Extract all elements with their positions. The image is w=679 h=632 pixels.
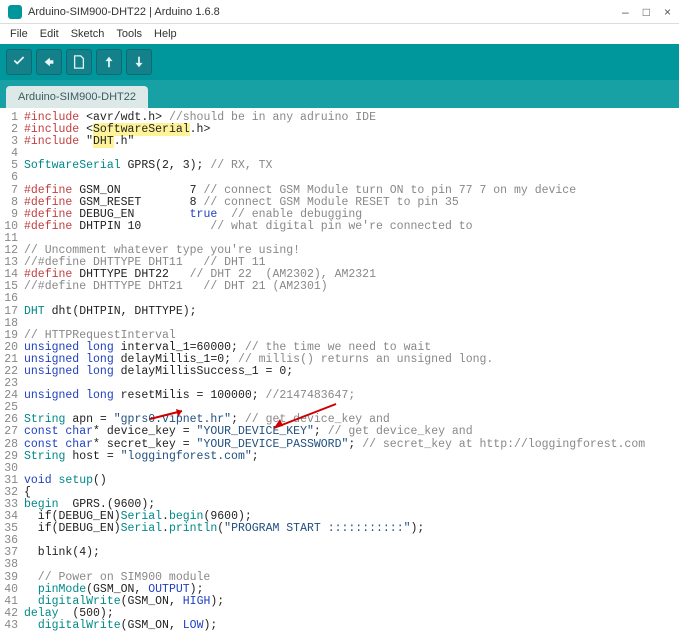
code-content: digitalWrite(GSM_ON, LOW); xyxy=(24,620,679,632)
menu-tools[interactable]: Tools xyxy=(112,26,146,42)
code-line[interactable]: 22unsigned long delayMillisSuccess_1 = 0… xyxy=(0,366,679,378)
app-icon xyxy=(8,5,22,19)
line-number: 41 xyxy=(0,596,24,608)
maximize-button[interactable]: □ xyxy=(643,5,650,19)
code-content: blink(4); xyxy=(24,547,679,559)
code-line[interactable]: 10#define DHTPIN 10 // what digital pin … xyxy=(0,221,679,233)
code-line[interactable]: 36 xyxy=(0,535,679,547)
code-content: DHT dht(DHTPIN, DHTTYPE); xyxy=(24,306,679,318)
line-number: 19 xyxy=(0,330,24,342)
new-button[interactable] xyxy=(66,49,92,75)
menu-edit[interactable]: Edit xyxy=(36,26,63,42)
code-content: String host = "loggingforest.com"; xyxy=(24,451,679,463)
code-content: #include "DHT.h" xyxy=(24,136,679,148)
line-number: 30 xyxy=(0,463,24,475)
open-button[interactable] xyxy=(96,49,122,75)
line-number: 28 xyxy=(0,439,24,451)
code-line[interactable]: 5SoftwareSerial GPRS(2, 3); // RX, TX xyxy=(0,160,679,172)
line-number: 7 xyxy=(0,185,24,197)
code-line[interactable]: 3#include "DHT.h" xyxy=(0,136,679,148)
line-number: 43 xyxy=(0,620,24,632)
titlebar: Arduino-SIM900-DHT22 | Arduino 1.6.8 – □… xyxy=(0,0,679,24)
toolbar xyxy=(0,44,679,80)
close-button[interactable]: × xyxy=(664,5,671,19)
line-number: 18 xyxy=(0,318,24,330)
code-editor[interactable]: 1#include <avr/wdt.h> //should be in any… xyxy=(0,108,679,632)
code-content: unsigned long resetMilis = 100000; //214… xyxy=(24,390,679,402)
upload-button[interactable] xyxy=(36,49,62,75)
code-line[interactable]: 35 if(DEBUG_EN)Serial.println("PROGRAM S… xyxy=(0,523,679,535)
line-number: 27 xyxy=(0,426,24,438)
code-line[interactable]: 24unsigned long resetMilis = 100000; //2… xyxy=(0,390,679,402)
code-content: if(DEBUG_EN)Serial.println("PROGRAM STAR… xyxy=(24,523,679,535)
code-content: void setup() xyxy=(24,475,679,487)
code-content: #define DHTPIN 10 // what digital pin we… xyxy=(24,221,679,233)
line-number: 38 xyxy=(0,559,24,571)
code-content: SoftwareSerial GPRS(2, 3); // RX, TX xyxy=(24,160,679,172)
code-content: unsigned long delayMillisSuccess_1 = 0; xyxy=(24,366,679,378)
line-number: 29 xyxy=(0,451,24,463)
code-content: //#define DHTTYPE DHT21 // DHT 21 (AM230… xyxy=(24,281,679,293)
menu-file[interactable]: File xyxy=(6,26,32,42)
code-line[interactable]: 15//#define DHTTYPE DHT21 // DHT 21 (AM2… xyxy=(0,281,679,293)
tab-strip: Arduino-SIM900-DHT22 xyxy=(0,80,679,108)
line-number: 8 xyxy=(0,197,24,209)
line-number: 6 xyxy=(0,172,24,184)
window-controls: – □ × xyxy=(622,5,671,19)
tab-active[interactable]: Arduino-SIM900-DHT22 xyxy=(6,86,148,108)
code-content: digitalWrite(GSM_ON, HIGH); xyxy=(24,596,679,608)
code-line[interactable]: 31void setup() xyxy=(0,475,679,487)
code-line[interactable]: 29String host = "loggingforest.com"; xyxy=(0,451,679,463)
line-number: 40 xyxy=(0,584,24,596)
verify-button[interactable] xyxy=(6,49,32,75)
code-line[interactable]: 43 digitalWrite(GSM_ON, LOW); xyxy=(0,620,679,632)
code-line[interactable]: 17DHT dht(DHTPIN, DHTTYPE); xyxy=(0,306,679,318)
menubar: File Edit Sketch Tools Help xyxy=(0,24,679,44)
save-button[interactable] xyxy=(126,49,152,75)
menu-sketch[interactable]: Sketch xyxy=(67,26,109,42)
code-content xyxy=(24,535,679,547)
line-number: 16 xyxy=(0,293,24,305)
line-number: 42 xyxy=(0,608,24,620)
line-number: 17 xyxy=(0,306,24,318)
code-line[interactable]: 37 blink(4); xyxy=(0,547,679,559)
minimize-button[interactable]: – xyxy=(622,5,629,19)
code-content xyxy=(24,463,679,475)
line-number: 39 xyxy=(0,572,24,584)
window-title: Arduino-SIM900-DHT22 | Arduino 1.6.8 xyxy=(28,6,622,18)
menu-help[interactable]: Help xyxy=(150,26,181,42)
